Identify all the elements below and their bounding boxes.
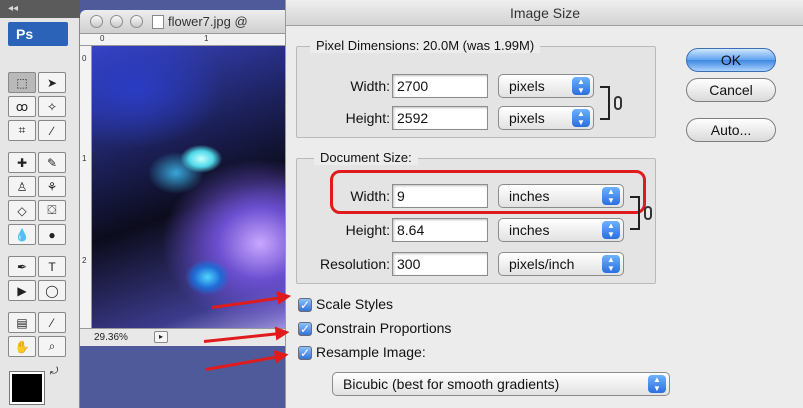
dodge-tool-icon[interactable]: ● [38, 224, 66, 245]
image-canvas[interactable] [92, 46, 302, 328]
cancel-button[interactable]: Cancel [686, 78, 776, 102]
document-window: flower7.jpg @ 0 1 0 1 2 29.36% ▸ [80, 0, 302, 408]
document-file-icon [152, 15, 164, 29]
ruler-mark: 0 [82, 54, 87, 63]
eraser-tool-icon[interactable]: ◇ [8, 200, 36, 221]
document-title: flower7.jpg @ [168, 14, 248, 29]
hand-tool-icon[interactable]: ✋ [8, 336, 36, 357]
blur-tool-icon[interactable]: 💧 [8, 224, 36, 245]
resample-method: Bicubic (best for smooth gradients) [343, 376, 560, 392]
horizontal-ruler[interactable]: 0 1 [80, 34, 302, 46]
status-menu-icon[interactable]: ▸ [154, 331, 168, 343]
doc-height-unit: inches [509, 222, 550, 238]
resolution-label: Resolution: [319, 256, 390, 272]
zoom-window-icon[interactable] [130, 15, 143, 28]
select-arrows-icon: ▲ ▼ [602, 187, 620, 205]
marquee-tool-icon[interactable]: ⬚ [8, 72, 36, 93]
document-titlebar[interactable]: flower7.jpg @ [80, 10, 302, 34]
pixel-height-label: Height: [345, 110, 390, 126]
doc-link-bracket [630, 196, 640, 230]
minimize-window-icon[interactable] [110, 15, 123, 28]
pixel-link-bracket [600, 86, 610, 120]
resolution-field[interactable] [392, 252, 488, 276]
select-arrows-icon: ▲ ▼ [648, 375, 666, 393]
constrain-proportions-label: Constrain Proportions [316, 320, 452, 336]
shape-tool-icon[interactable]: ◯ [38, 280, 66, 301]
zoom-tool-icon[interactable]: ⌕ [38, 336, 66, 357]
swap-colors-icon[interactable]: ⤾ [50, 366, 58, 377]
path-selection-icon[interactable]: ▶ [8, 280, 36, 301]
ruler-mark: 2 [82, 256, 87, 265]
doc-height-unit-select[interactable]: inches ▲ ▼ [498, 218, 624, 242]
chain-link-icon [614, 96, 622, 110]
doc-width-unit-select[interactable]: inches ▲ ▼ [498, 184, 624, 208]
document-status-bar: 29.36% ▸ [80, 328, 302, 346]
doc-height-label: Height: [345, 222, 390, 238]
clone-stamp-icon[interactable]: ♙ [8, 176, 36, 197]
eyedropper-icon[interactable]: ⁄ [38, 312, 66, 333]
resolution-unit: pixels/inch [509, 256, 575, 272]
ruler-mark: 0 [100, 34, 105, 43]
pixel-dimensions-legend: Pixel Dimensions: 20.0M (was 1.99M) [310, 38, 541, 53]
palette-collapse-icon[interactable]: ◂◂ [0, 0, 80, 18]
document-size-legend: Document Size: [314, 150, 418, 165]
ps-logo: Ps [8, 22, 68, 46]
pixel-height-field[interactable] [392, 106, 488, 130]
type-tool-icon[interactable]: T [38, 256, 66, 277]
resample-image-label: Resample Image: [316, 344, 426, 360]
history-brush-icon[interactable]: ⚘ [38, 176, 66, 197]
brush-tool-icon[interactable]: ✎ [38, 152, 66, 173]
tools-palette: ◂◂ Ps ⬚ ➤ ꝏ ✧ ⌗ ∕ ✚ ✎ ♙ ⚘ ◇ ⛋ 💧 ● ✒ T ▶ … [0, 0, 80, 408]
vertical-ruler[interactable]: 0 1 2 [80, 46, 92, 328]
select-arrows-icon: ▲ ▼ [572, 77, 590, 95]
select-arrows-icon: ▲ ▼ [602, 255, 620, 273]
crop-tool-icon[interactable]: ⌗ [8, 120, 36, 141]
magic-wand-icon[interactable]: ✧ [38, 96, 66, 117]
doc-width-unit: inches [509, 188, 550, 204]
doc-width-field[interactable] [392, 184, 488, 208]
zoom-level[interactable]: 29.36% [94, 332, 128, 343]
resample-method-select[interactable]: Bicubic (best for smooth gradients) ▲ ▼ [332, 372, 670, 396]
ruler-mark: 1 [204, 34, 209, 43]
pixel-width-unit: pixels [509, 78, 545, 94]
paint-bucket-icon[interactable]: ⛋ [38, 200, 66, 221]
close-window-icon[interactable] [90, 15, 103, 28]
auto-button[interactable]: Auto... [686, 118, 776, 142]
scale-styles-checkbox[interactable]: ✓ [298, 298, 312, 312]
foreground-color-swatch[interactable] [9, 371, 45, 405]
select-arrows-icon: ▲ ▼ [572, 109, 590, 127]
dialog-title: Image Size [286, 0, 803, 26]
ruler-mark: 1 [82, 154, 87, 163]
pixel-height-unit: pixels [509, 110, 545, 126]
pixel-width-label: Width: [350, 78, 390, 94]
scale-styles-label: Scale Styles [316, 296, 394, 312]
move-tool-icon[interactable]: ➤ [38, 72, 66, 93]
healing-brush-icon[interactable]: ✚ [8, 152, 36, 173]
chain-link-icon [644, 206, 652, 220]
resample-image-checkbox[interactable]: ✓ [298, 346, 312, 360]
doc-height-field[interactable] [392, 218, 488, 242]
ok-button[interactable]: OK [686, 48, 776, 72]
constrain-proportions-checkbox[interactable]: ✓ [298, 322, 312, 336]
pixel-height-unit-select[interactable]: pixels ▲ ▼ [498, 106, 594, 130]
select-arrows-icon: ▲ ▼ [602, 221, 620, 239]
resolution-unit-select[interactable]: pixels/inch ▲ ▼ [498, 252, 624, 276]
slice-tool-icon[interactable]: ∕ [38, 120, 66, 141]
pixel-width-field[interactable] [392, 74, 488, 98]
lasso-tool-icon[interactable]: ꝏ [8, 96, 36, 117]
image-size-dialog: Image Size Pixel Dimensions: 20.0M (was … [285, 0, 803, 408]
notes-tool-icon[interactable]: ▤ [8, 312, 36, 333]
pen-tool-icon[interactable]: ✒ [8, 256, 36, 277]
doc-width-label: Width: [350, 188, 390, 204]
pixel-width-unit-select[interactable]: pixels ▲ ▼ [498, 74, 594, 98]
